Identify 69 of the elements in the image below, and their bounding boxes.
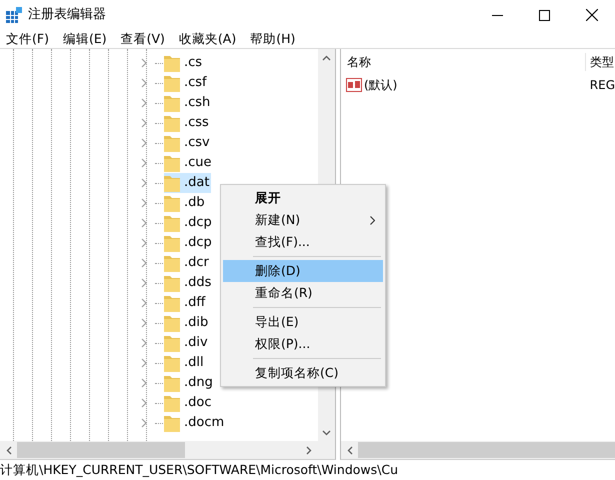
folder-icon (164, 294, 180, 312)
menu-item[interactable]: 查找(F)... (223, 231, 383, 253)
folder-icon (164, 134, 180, 152)
close-icon[interactable] (586, 9, 598, 21)
tree-item[interactable]: .cue (164, 153, 214, 173)
value-name[interactable]: (默认) (341, 76, 585, 94)
folder-icon (164, 394, 180, 412)
value-type: REG (588, 77, 615, 94)
tree-item[interactable]: .dcr (164, 253, 211, 273)
tree-item[interactable]: .dat (164, 173, 212, 193)
tree-item[interactable]: .csh (164, 93, 212, 113)
tree-item[interactable]: .docm (164, 413, 226, 433)
minimize-icon[interactable] (492, 14, 503, 16)
tree-item[interactable]: .dcp (164, 233, 214, 253)
folder-icon (164, 194, 180, 212)
folder-icon (164, 74, 180, 92)
folder-icon (164, 274, 180, 292)
menu-item[interactable]: 帮助(H) (250, 30, 300, 48)
scroll-right-icon[interactable] (306, 446, 312, 454)
tree-item[interactable]: .dng (164, 373, 215, 393)
maximize-icon[interactable] (539, 10, 550, 20)
tree-item[interactable]: .dib (164, 313, 210, 333)
scroll-up-icon[interactable] (322, 54, 331, 60)
folder-icon (164, 354, 180, 372)
tree-item[interactable]: .dds (164, 273, 214, 293)
tree-item[interactable]: .doc (164, 393, 214, 413)
window-title: 注册表编辑器 (28, 6, 107, 24)
folder-icon (164, 154, 180, 172)
folder-icon (164, 114, 180, 132)
tree-item[interactable]: .db (164, 193, 207, 213)
scroll-left-icon[interactable] (6, 446, 12, 454)
menu-item[interactable]: 收藏夹(A) (178, 30, 242, 48)
menu-item[interactable]: 编辑(E) (62, 30, 112, 48)
menu-item[interactable]: 删除(D) (223, 260, 383, 282)
folder-icon (164, 214, 180, 232)
tree-item[interactable]: .dff (164, 293, 208, 313)
scroll-down-icon[interactable] (322, 430, 331, 436)
column-header[interactable]: 类型 (585, 53, 614, 71)
tree-item[interactable]: .cs (164, 53, 204, 73)
folder-icon (164, 254, 180, 272)
menu-item[interactable]: 查看(V) (120, 30, 170, 48)
folder-icon (164, 374, 180, 392)
menu-item[interactable]: 新建(N) (223, 209, 383, 231)
tree-item[interactable]: .csf (164, 73, 209, 93)
tree-item[interactable]: .dcp (164, 213, 214, 233)
menu-item[interactable]: 展开 (223, 187, 383, 209)
folder-icon (164, 234, 180, 252)
folder-icon (164, 334, 180, 352)
tree-item[interactable]: .dll (164, 353, 206, 373)
column-header[interactable]: 名称 (341, 53, 585, 71)
folder-icon (164, 414, 180, 432)
tree-item[interactable]: .div (164, 333, 210, 353)
tree-item[interactable]: .css (164, 113, 211, 133)
menu-item[interactable]: 复制项名称(C) (223, 362, 383, 384)
horizontal-scrollbar[interactable] (341, 441, 615, 459)
horizontal-scrollbar[interactable] (0, 441, 335, 459)
menu-item[interactable]: 文件(F) (6, 30, 54, 48)
tree-item[interactable]: .csv (164, 133, 212, 153)
status-path-text: 计算机\HKEY_CURRENT_USER\SOFTWARE\Microsoft\Windows\Cu (0, 461, 400, 479)
folder-icon (164, 174, 180, 192)
registry-editor-icon (6, 7, 22, 23)
scroll-left-icon[interactable] (346, 446, 352, 454)
folder-icon (164, 314, 180, 332)
menu-item[interactable]: 重命名(R) (223, 282, 383, 304)
folder-icon (164, 54, 180, 72)
menu-item[interactable]: 权限(P)... (223, 333, 383, 355)
string-value-icon (346, 78, 362, 92)
menu-item[interactable]: 导出(E) (223, 311, 383, 333)
folder-icon (164, 94, 180, 112)
